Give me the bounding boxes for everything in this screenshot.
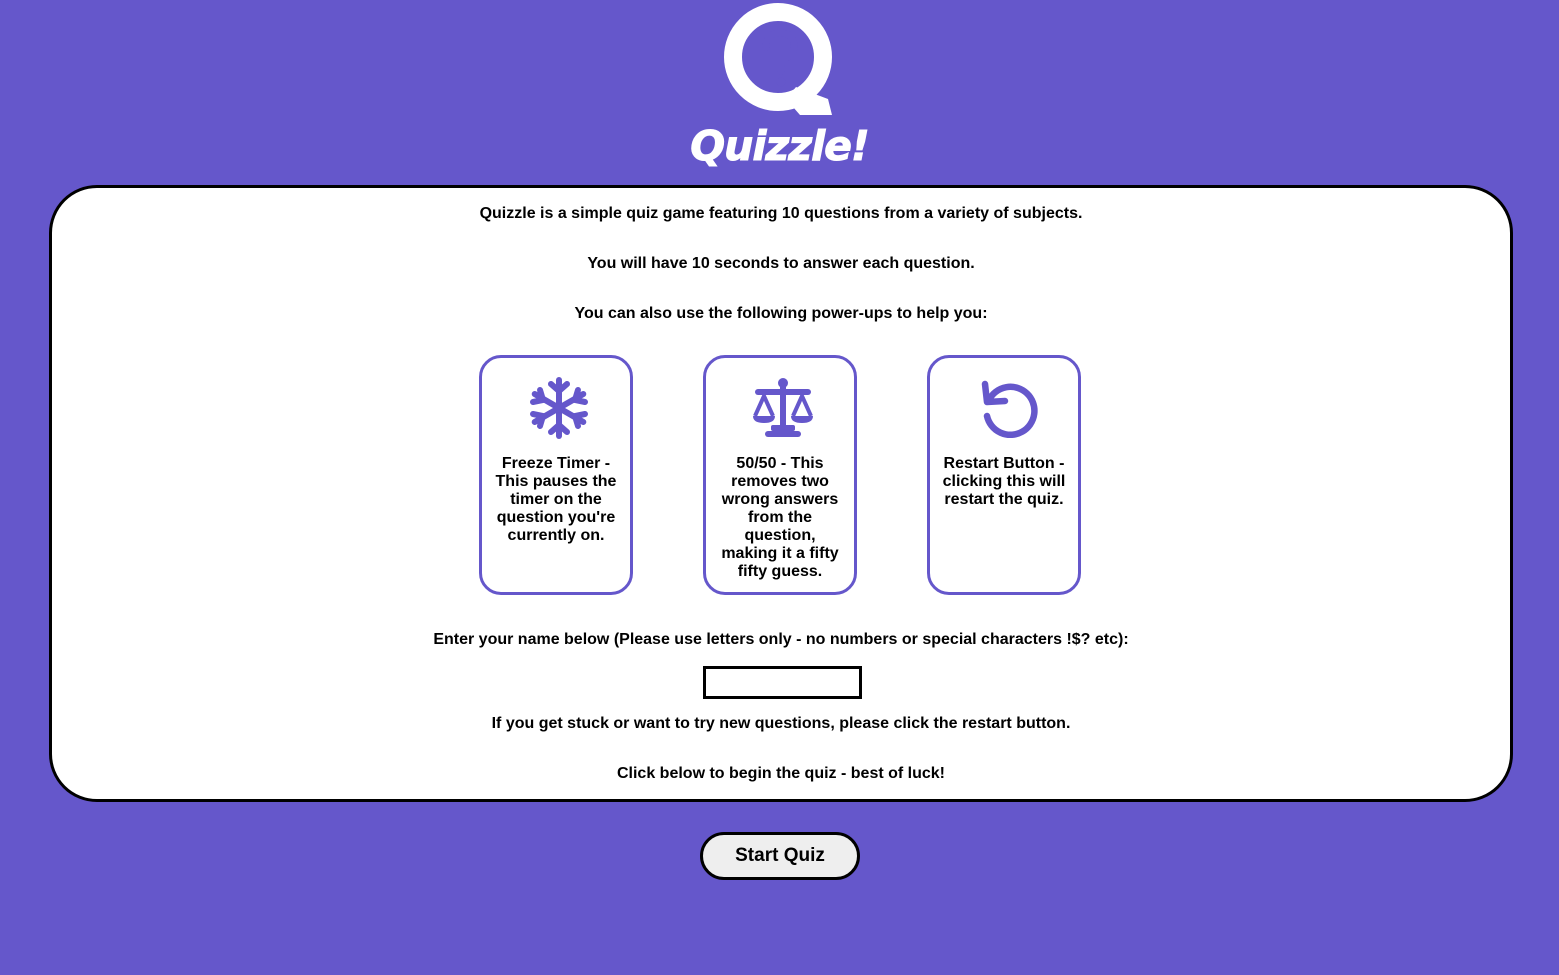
begin-text: Click below to begin the quiz - best of …: [616, 765, 945, 782]
powerup-restart-text: Restart Button - clicking this will rest…: [942, 455, 1066, 508]
snowflake-icon: [530, 377, 588, 439]
question-mark-q-icon: [724, 3, 832, 115]
powerup-fifty-fifty: 50/50 - This removes two wrong answers f…: [703, 355, 857, 595]
powerup-freeze-timer: Freeze Timer - This pauses the timer on …: [479, 355, 633, 595]
logo: Quizzle!: [0, 0, 1559, 185]
intro-text-2: You will have 10 seconds to answer each …: [587, 255, 975, 272]
scales-icon: [753, 378, 813, 437]
powerup-restart: Restart Button - clicking this will rest…: [927, 355, 1081, 595]
intro-text-1: Quizzle is a simple quiz game featuring …: [479, 205, 1083, 222]
powerup-fifty-text: 50/50 - This removes two wrong answers f…: [721, 455, 839, 580]
name-input[interactable]: [703, 666, 862, 699]
restart-icon: [981, 380, 1038, 439]
stuck-text: If you get stuck or want to try new ques…: [491, 715, 1071, 732]
name-prompt: Enter your name below (Please use letter…: [433, 631, 1129, 648]
start-quiz-button[interactable]: Start Quiz: [700, 832, 860, 880]
powerup-freeze-text: Freeze Timer - This pauses the timer on …: [495, 455, 617, 544]
intro-text-3: You can also use the following power-ups…: [574, 305, 988, 322]
instructions-card: Quizzle is a simple quiz game featuring …: [49, 185, 1513, 802]
logo-title: Quizzle!: [690, 122, 870, 171]
